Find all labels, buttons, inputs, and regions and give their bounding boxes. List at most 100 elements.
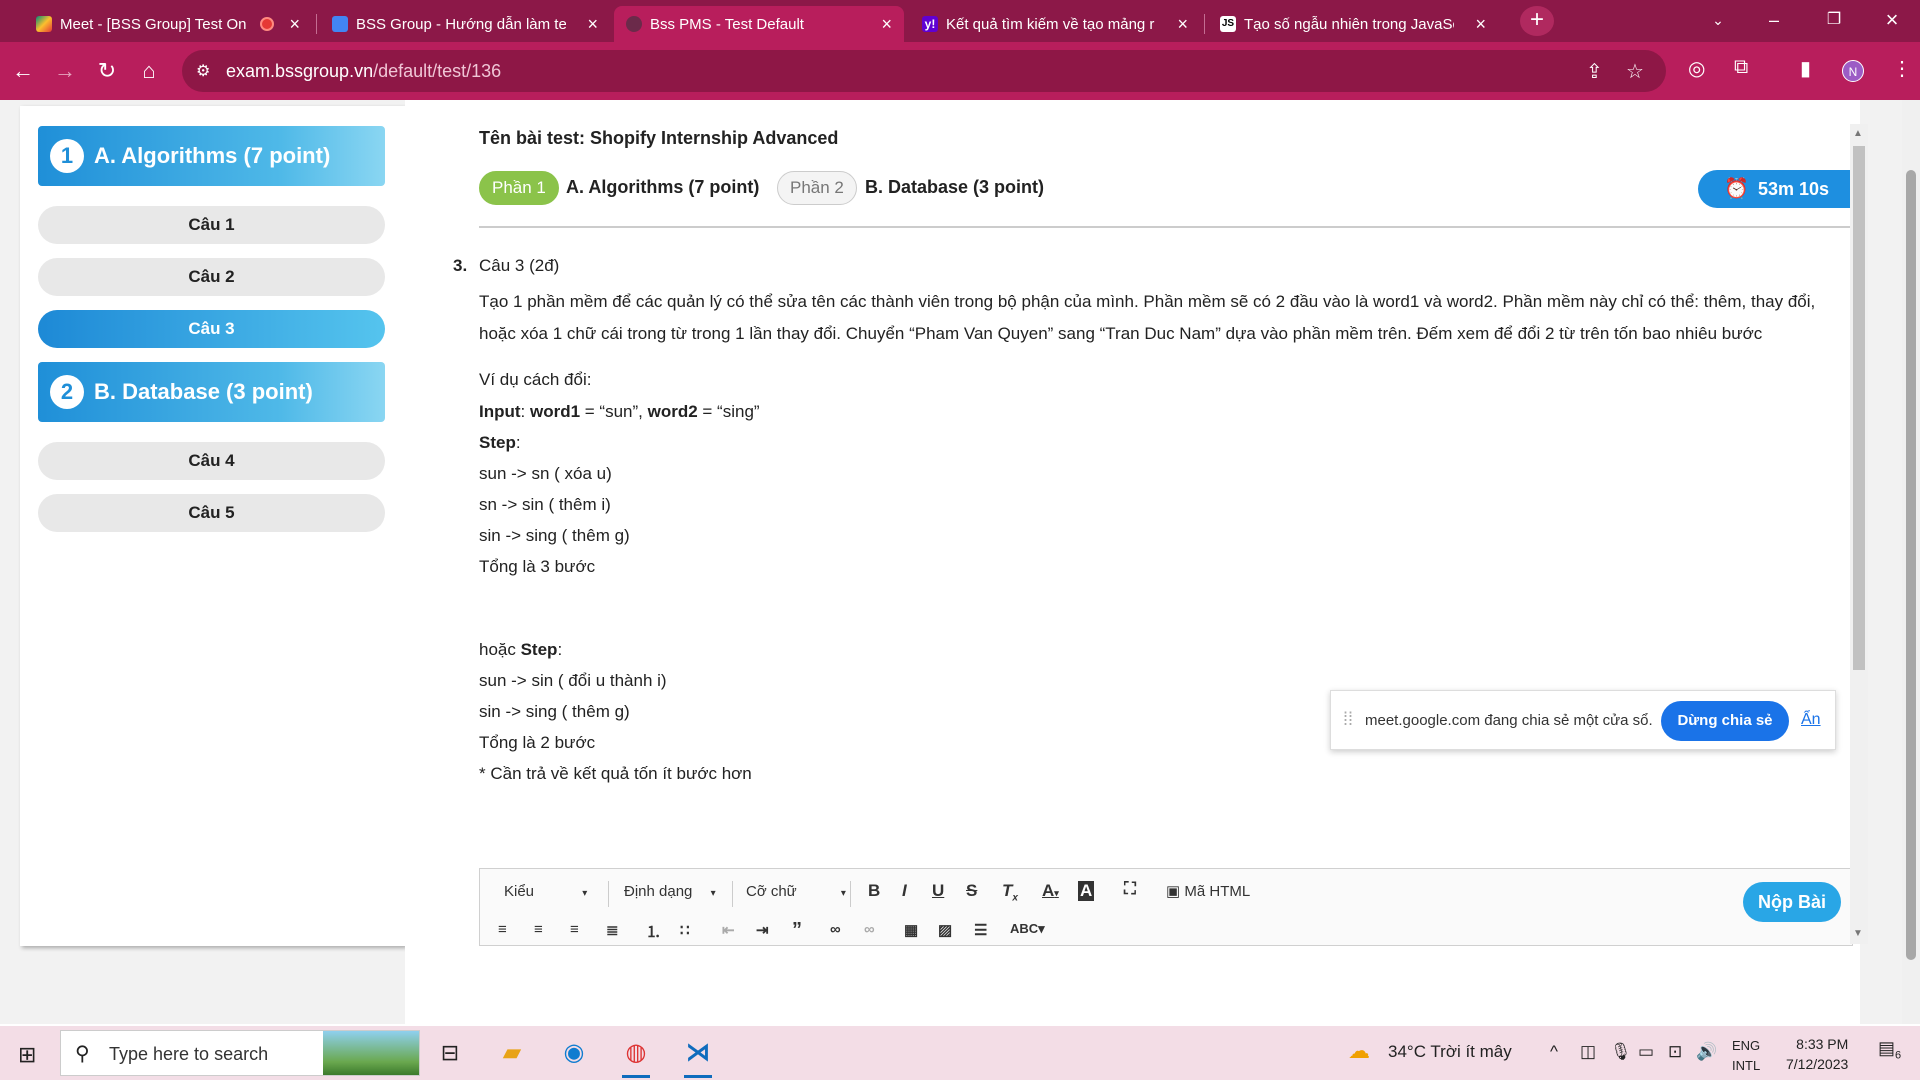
windows-start-icon[interactable]: ⊞ [18, 1042, 36, 1068]
weather-text[interactable]: 34°C Trời ít mây [1388, 1042, 1512, 1062]
extension-compass-icon[interactable]: ◎ [1688, 56, 1705, 81]
section-database[interactable]: 2 B. Database (3 point) [38, 362, 385, 422]
bulleted-list-icon[interactable]: ∷ [680, 921, 690, 939]
part-1-label[interactable]: A. Algorithms (7 point) [566, 177, 759, 198]
align-justify-icon[interactable]: ≣ [606, 921, 619, 939]
notification-icon[interactable]: ▤6 [1878, 1038, 1901, 1062]
tab-yahoo-search[interactable]: y! Kết quả tìm kiếm về tạo mảng r × [910, 6, 1200, 42]
part-2-label[interactable]: B. Database (3 point) [865, 177, 1044, 198]
menu-kebab-icon[interactable]: ⋮ [1892, 56, 1912, 81]
window-scroll-thumb[interactable] [1906, 170, 1916, 960]
italic-icon[interactable]: I [902, 881, 907, 901]
style-dropdown[interactable]: Kiểu ▾ [504, 883, 587, 900]
underline-icon[interactable]: U [932, 881, 944, 901]
content-scroll-thumb[interactable] [1853, 146, 1865, 670]
scroll-up-arrow-icon[interactable]: ▲ [1853, 128, 1863, 139]
step-total: Tổng là 2 bước [479, 733, 596, 752]
tab-bss-guide[interactable]: BSS Group - Hướng dẫn làm tes × [320, 6, 610, 42]
image-icon[interactable]: ▨ [938, 921, 952, 939]
close-icon[interactable]: × [587, 14, 598, 35]
question-link-3[interactable]: Câu 3 [38, 310, 385, 348]
tab-meet[interactable]: Meet - [BSS Group] Test On × [24, 6, 312, 42]
tray-overflow-icon[interactable]: ^ [1550, 1042, 1558, 1062]
vscode-icon[interactable]: ⋊ [678, 1034, 718, 1078]
horizontal-rule-icon[interactable]: ☰ [974, 921, 987, 939]
part-1-pill[interactable]: Phần 1 [479, 171, 559, 205]
chevron-down-icon: ▾ [582, 888, 588, 899]
section-algorithms[interactable]: 1 A. Algorithms (7 point) [38, 126, 385, 186]
js-icon: JS [1220, 16, 1236, 32]
align-left-icon[interactable]: ≡ [498, 921, 507, 938]
home-icon[interactable]: ⌂ [134, 56, 164, 86]
text-color-icon[interactable]: A▾ [1042, 881, 1059, 901]
question-link-5[interactable]: Câu 5 [38, 494, 385, 532]
tab-divider [316, 14, 317, 34]
answer-editor[interactable]: Kiểu ▾ Định dạng ▾ Cỡ chữ ▾ B I U S Tx A… [479, 868, 1853, 946]
outdent-icon[interactable]: ⇤ [722, 921, 735, 939]
profile-avatar[interactable]: N [1842, 60, 1864, 82]
step-line: sn -> sin ( thêm i) [479, 495, 611, 514]
submit-button[interactable]: Nộp Bài [1743, 882, 1841, 922]
close-icon[interactable]: × [289, 14, 300, 35]
share-page-icon[interactable]: ⇪ [1586, 59, 1603, 84]
site-info-icon[interactable]: ⚙ [196, 61, 210, 81]
meet-tray-icon[interactable]: ◫ [1580, 1042, 1596, 1062]
spellcheck-icon[interactable]: ABC▾ [1010, 921, 1045, 937]
back-icon[interactable]: ← [8, 56, 38, 86]
close-icon[interactable]: × [1475, 14, 1486, 35]
weather-icon[interactable]: ☁ [1348, 1038, 1370, 1064]
new-tab-button[interactable]: + [1520, 6, 1554, 36]
side-panel-icon[interactable]: ▮ [1800, 56, 1811, 81]
tab-search-icon[interactable]: ⌄ [1690, 0, 1746, 42]
tab-js-random[interactable]: JS Tạo số ngẫu nhiên trong JavaSc × [1208, 6, 1498, 42]
source-html-button[interactable]: ▣ Mã HTML [1166, 882, 1250, 900]
file-explorer-icon[interactable]: ▰ [492, 1034, 532, 1072]
volume-icon[interactable]: 🔊 [1696, 1042, 1717, 1062]
blockquote-icon[interactable]: ” [792, 919, 802, 942]
input-language[interactable]: ENG INTL [1732, 1036, 1760, 1076]
scroll-down-arrow-icon[interactable]: ▼ [1853, 928, 1863, 939]
network-icon[interactable]: ⊡ [1668, 1042, 1682, 1062]
microphone-icon[interactable]: 🎙 [1610, 1042, 1632, 1062]
address-bar[interactable]: ⚙ exam.bssgroup.vn/default/test/136 ⇪ ☆ [182, 50, 1666, 92]
drag-handle-icon[interactable]: ⁞⁞ [1343, 709, 1353, 730]
battery-icon[interactable]: ▭ [1638, 1042, 1654, 1062]
reload-icon[interactable]: ↻ [92, 56, 122, 86]
format-dropdown[interactable]: Định dạng ▾ [624, 883, 716, 900]
bold-icon[interactable]: B [868, 881, 880, 901]
close-icon[interactable]: × [881, 14, 892, 35]
align-right-icon[interactable]: ≡ [570, 921, 579, 938]
strikethrough-icon[interactable]: S [966, 881, 977, 901]
link-icon[interactable]: ∞ [830, 921, 841, 938]
stop-sharing-button[interactable]: Dừng chia sẻ [1661, 701, 1789, 741]
extensions-puzzle-icon[interactable]: ⧉ [1734, 56, 1748, 79]
question-link-2[interactable]: Câu 2 [38, 258, 385, 296]
close-icon[interactable]: × [1177, 14, 1188, 35]
task-view-icon[interactable]: ⊟ [430, 1034, 470, 1072]
window-close-icon[interactable]: × [1864, 0, 1920, 42]
tab-bss-pms[interactable]: Bss PMS - Test Default × [614, 6, 904, 42]
indent-icon[interactable]: ⇥ [756, 921, 769, 939]
forward-icon[interactable]: → [50, 56, 80, 86]
question-link-1[interactable]: Câu 1 [38, 206, 385, 244]
taskbar-clock[interactable]: 8:33 PM 7/12/2023 [1786, 1034, 1848, 1074]
font-size-dropdown[interactable]: Cỡ chữ ▾ [746, 883, 846, 900]
step-line: sun -> sn ( xóa u) [479, 464, 612, 483]
align-center-icon[interactable]: ≡ [534, 921, 543, 938]
maximize-icon[interactable]: ⛶ [1124, 879, 1136, 899]
chrome-icon[interactable]: ◍ [616, 1034, 656, 1078]
part-2-pill[interactable]: Phần 2 [777, 171, 857, 205]
edge-icon[interactable]: ◉ [554, 1034, 594, 1072]
table-icon[interactable]: ▦ [904, 921, 918, 939]
unlink-icon[interactable]: ∞ [864, 921, 875, 938]
window-scrollbar[interactable] [1902, 100, 1920, 1024]
question-link-4[interactable]: Câu 4 [38, 442, 385, 480]
restore-icon[interactable]: ❐ [1806, 0, 1862, 42]
taskbar-search-box[interactable]: ⚲ Type here to search [60, 1030, 420, 1076]
bookmark-star-icon[interactable]: ☆ [1626, 59, 1644, 84]
minimize-icon[interactable]: – [1746, 0, 1802, 42]
clear-format-icon[interactable]: Tx [1002, 881, 1018, 903]
bg-color-icon[interactable]: A [1078, 881, 1095, 901]
numbered-list-icon[interactable]: ⒈ [646, 921, 661, 942]
hide-banner-link[interactable]: Ẩn [1801, 711, 1821, 729]
